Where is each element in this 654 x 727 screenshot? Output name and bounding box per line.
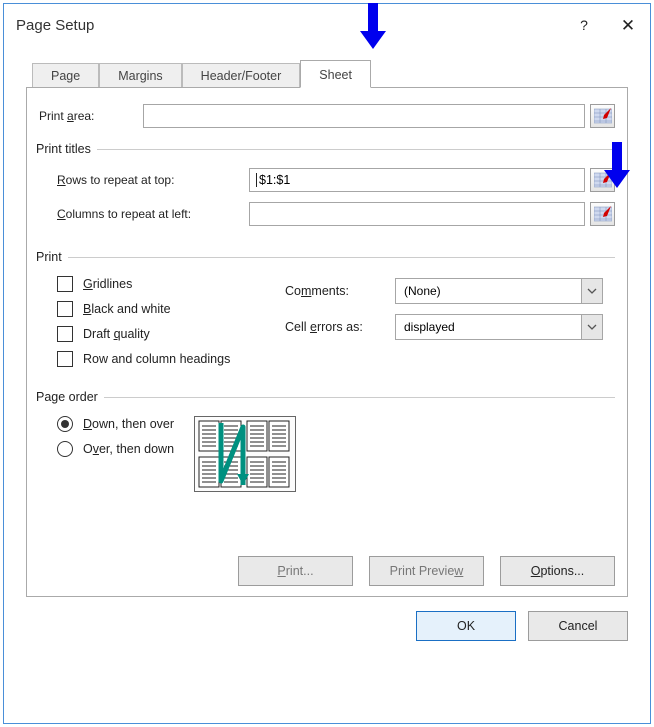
cell-errors-label: Cell errors as: — [285, 320, 395, 334]
gridlines-label: Gridlines — [83, 277, 132, 291]
gridlines-checkbox[interactable]: Gridlines — [57, 276, 285, 292]
help-button[interactable]: ? — [562, 4, 606, 46]
chevron-down-icon — [581, 315, 602, 339]
black-and-white-checkbox[interactable]: Black and white — [57, 301, 285, 317]
down-label: Down, then over — [83, 417, 174, 431]
over-label: Over, then down — [83, 442, 174, 456]
draft-label: Draft quality — [83, 327, 150, 341]
comments-value: (None) — [404, 284, 441, 298]
tab-margins[interactable]: Margins — [99, 63, 181, 88]
close-button[interactable]: ✕ — [606, 4, 650, 46]
print-titles-legend: Print titles — [36, 142, 97, 156]
sheet-tab-panel: Print area: Print titles — [26, 87, 628, 597]
checkbox-icon — [57, 326, 73, 342]
print-group: Print Gridlines Black and white — [39, 250, 615, 376]
cols-repeat-input[interactable] — [249, 202, 585, 226]
dialog-content: Page Margins Header/Footer Sheet Print a… — [4, 46, 650, 597]
cancel-button[interactable]: Cancel — [528, 611, 628, 641]
checkbox-icon — [57, 276, 73, 292]
print-preview-button[interactable]: Print Preview — [369, 556, 484, 586]
tab-sheet[interactable]: Sheet — [300, 60, 371, 88]
page-order-legend: Page order — [36, 390, 104, 404]
comments-select[interactable]: (None) — [395, 278, 603, 304]
dialog-action-buttons: Print... Print Preview Options... — [39, 556, 615, 586]
print-legend: Print — [36, 250, 68, 264]
draft-quality-checkbox[interactable]: Draft quality — [57, 326, 285, 342]
print-area-input[interactable] — [143, 104, 585, 128]
print-area-label: Print area: — [39, 109, 143, 123]
options-button[interactable]: Options... — [500, 556, 615, 586]
titlebar: Page Setup ? ✕ — [4, 4, 650, 46]
headings-checkbox[interactable]: Row and column headings — [57, 351, 285, 367]
range-selector-icon — [594, 205, 612, 223]
tab-page[interactable]: Page — [32, 63, 99, 88]
page-setup-dialog: Page Setup ? ✕ Page Margins Header/Foote… — [3, 3, 651, 724]
comments-row: Comments: (None) — [285, 278, 615, 304]
cols-repeat-row: Columns to repeat at left: — [39, 202, 615, 226]
dialog-footer: OK Cancel — [4, 597, 650, 655]
radio-icon — [57, 441, 73, 457]
over-then-down-radio[interactable]: Over, then down — [57, 441, 174, 457]
cols-repeat-selector-button[interactable] — [590, 202, 615, 226]
print-area-row: Print area: — [39, 104, 615, 128]
rows-repeat-row: Rows to repeat at top: $1:$1 — [39, 168, 615, 192]
print-area-selector-button[interactable] — [590, 104, 615, 128]
radio-icon — [57, 416, 73, 432]
checkbox-icon — [57, 301, 73, 317]
rows-repeat-label: Rows to repeat at top: — [57, 173, 249, 187]
print-button[interactable]: Print... — [238, 556, 353, 586]
cell-errors-value: displayed — [404, 320, 455, 334]
cell-errors-row: Cell errors as: displayed — [285, 314, 615, 340]
page-order-group: Page order Down, then over Over, then do… — [39, 390, 615, 492]
cell-errors-select[interactable]: displayed — [395, 314, 603, 340]
tabstrip: Page Margins Header/Footer Sheet — [32, 60, 628, 87]
down-then-over-radio[interactable]: Down, then over — [57, 416, 174, 432]
range-selector-icon — [594, 107, 612, 125]
tab-header-footer[interactable]: Header/Footer — [182, 63, 301, 88]
bw-label: Black and white — [83, 302, 171, 316]
chevron-down-icon — [581, 279, 602, 303]
page-order-graphic — [194, 416, 296, 492]
window-title: Page Setup — [16, 17, 94, 34]
annotation-arrow-side — [602, 142, 632, 190]
headings-label: Row and column headings — [83, 352, 230, 366]
checkbox-icon — [57, 351, 73, 367]
rows-repeat-input[interactable]: $1:$1 — [249, 168, 585, 192]
cols-repeat-label: Columns to repeat at left: — [57, 207, 249, 221]
annotation-arrow-top — [358, 3, 388, 51]
comments-label: Comments: — [285, 284, 395, 298]
ok-button[interactable]: OK — [416, 611, 516, 641]
print-titles-group: Print titles Rows to repeat at top: $1:$… — [39, 142, 615, 236]
